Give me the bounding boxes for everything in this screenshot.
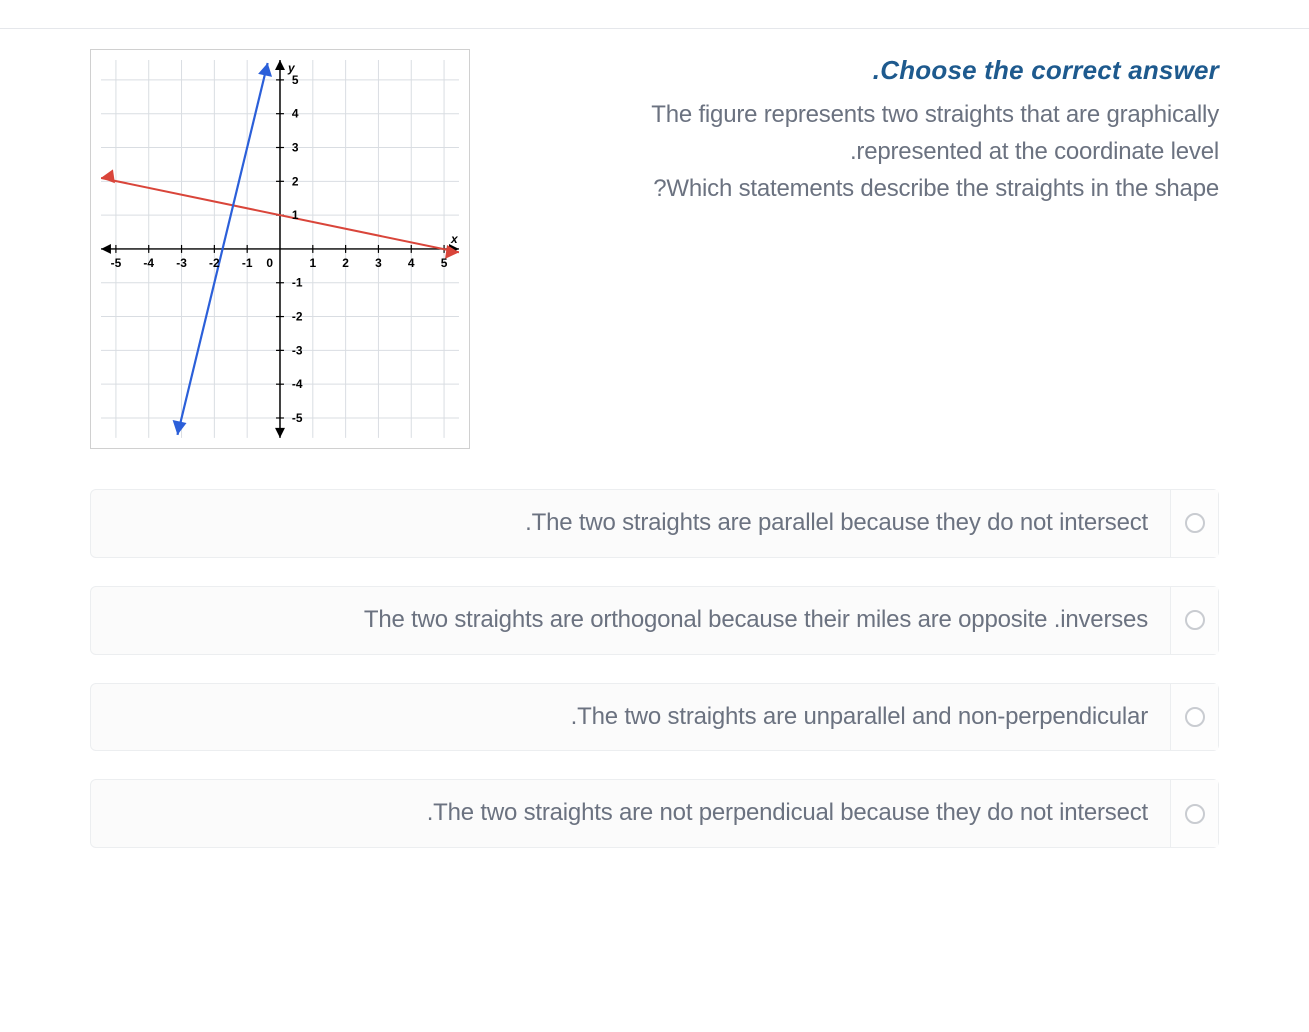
radio-icon xyxy=(1185,804,1205,824)
option-a-text: .The two straights are parallel because … xyxy=(91,490,1170,557)
svg-text:x: x xyxy=(450,232,459,246)
coordinate-graph: -5 -4 -3 -2 -1 0 1 2 3 4 5 5 4 3 2 1 xyxy=(90,49,470,449)
svg-text:5: 5 xyxy=(441,256,448,270)
svg-text:-3: -3 xyxy=(292,343,303,357)
svg-text:4: 4 xyxy=(292,107,299,121)
svg-text:3: 3 xyxy=(292,140,299,154)
content-area: -5 -4 -3 -2 -1 0 1 2 3 4 5 5 4 3 2 1 xyxy=(0,29,1309,888)
svg-text:2: 2 xyxy=(342,256,349,270)
svg-text:2: 2 xyxy=(292,174,299,188)
svg-text:-3: -3 xyxy=(176,256,187,270)
option-b[interactable]: The two straights are orthogonal because… xyxy=(90,586,1219,655)
option-c[interactable]: .The two straights are unparallel and no… xyxy=(90,683,1219,752)
option-b-radio[interactable] xyxy=(1170,587,1218,654)
option-d[interactable]: .The two straights are not perpendicual … xyxy=(90,779,1219,848)
question-line-3: ?Which statements describe the straights… xyxy=(510,170,1219,207)
svg-text:-4: -4 xyxy=(143,256,154,270)
prompt-title: .Choose the correct answer xyxy=(510,55,1219,86)
svg-text:y: y xyxy=(287,61,296,75)
svg-text:3: 3 xyxy=(375,256,382,270)
svg-text:-4: -4 xyxy=(292,377,303,391)
question-line-1: The figure represents two straights that… xyxy=(510,96,1219,133)
svg-text:-1: -1 xyxy=(292,276,303,290)
svg-text:-2: -2 xyxy=(292,310,303,324)
svg-text:4: 4 xyxy=(408,256,415,270)
graph-svg: -5 -4 -3 -2 -1 0 1 2 3 4 5 5 4 3 2 1 xyxy=(101,60,459,438)
option-d-radio[interactable] xyxy=(1170,780,1218,847)
options-list: .The two straights are parallel because … xyxy=(90,489,1219,848)
option-a[interactable]: .The two straights are parallel because … xyxy=(90,489,1219,558)
radio-icon xyxy=(1185,610,1205,630)
svg-text:1: 1 xyxy=(292,208,299,222)
svg-text:-5: -5 xyxy=(111,256,122,270)
option-a-radio[interactable] xyxy=(1170,490,1218,557)
option-c-radio[interactable] xyxy=(1170,684,1218,751)
option-b-text: The two straights are orthogonal because… xyxy=(91,587,1170,654)
question-row: -5 -4 -3 -2 -1 0 1 2 3 4 5 5 4 3 2 1 xyxy=(90,49,1219,449)
svg-text:-1: -1 xyxy=(242,256,253,270)
option-c-text: .The two straights are unparallel and no… xyxy=(91,684,1170,751)
svg-text:-5: -5 xyxy=(292,411,303,425)
question-line-2: .represented at the coordinate level xyxy=(510,133,1219,170)
svg-text:0: 0 xyxy=(266,256,273,270)
radio-icon xyxy=(1185,513,1205,533)
svg-text:-2: -2 xyxy=(209,256,220,270)
question-text-block: .Choose the correct answer The figure re… xyxy=(510,49,1219,208)
radio-icon xyxy=(1185,707,1205,727)
option-d-text: .The two straights are not perpendicual … xyxy=(91,780,1170,847)
svg-text:5: 5 xyxy=(292,73,299,87)
svg-text:1: 1 xyxy=(309,256,316,270)
